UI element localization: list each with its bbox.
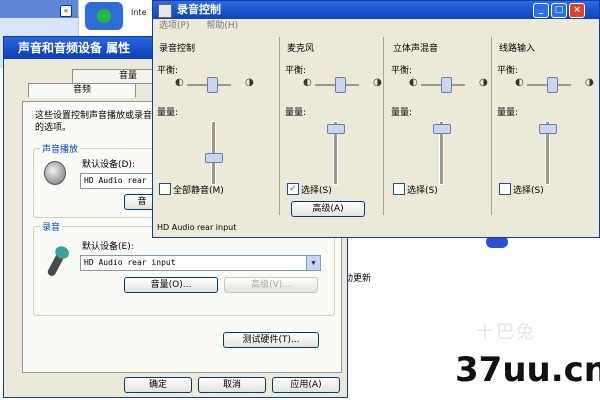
select-checkbox[interactable] <box>393 183 405 195</box>
balance-slider[interactable] <box>441 77 452 93</box>
microphone-icon <box>46 250 66 278</box>
speaker-right-icon: ◑ <box>245 77 254 88</box>
close-button[interactable]: × <box>569 3 585 18</box>
auto-update-text: 动更新 <box>344 274 372 284</box>
balance-slider[interactable] <box>207 77 218 93</box>
select-label: 选择(S) <box>513 186 544 196</box>
balance-label: 平衡: <box>285 66 307 76</box>
description-text: 这些设置控制声音播放或录音的选项。 <box>35 111 153 133</box>
security-center-icon <box>85 2 123 30</box>
column-title: 立体声混音 <box>393 44 439 54</box>
status-bar-text: HD Audio rear input <box>157 223 237 232</box>
mixer-column-recording: 录音控制 平衡: ◐ ◑ 量量: 全部静音(M) <box>153 37 280 215</box>
recording-group-title: 录音 <box>40 220 63 233</box>
mixer-column-microphone: 麦克风 平衡: ◐ ◑ 量量: ✓ 选择(S) 高级(A) <box>281 37 384 217</box>
volume-slider[interactable] <box>205 152 223 163</box>
speaker-left-icon: ◐ <box>515 77 524 88</box>
recording-device-select[interactable]: HD Audio rear input ▼ <box>80 255 321 271</box>
balance-slider[interactable] <box>335 77 346 93</box>
menu-bar: 选项(P) 帮助(H) <box>153 19 599 33</box>
volume-slider[interactable] <box>433 123 451 134</box>
recording-device-label: 默认设备(E): <box>82 242 134 252</box>
volume-slider[interactable] <box>327 123 345 134</box>
select-label: 选择(S) <box>407 186 438 196</box>
background-label: Inte <box>131 8 147 17</box>
maximize-button[interactable]: □ <box>551 3 567 18</box>
test-hardware-button[interactable]: 测试硬件(T)... <box>223 332 319 348</box>
playback-device-label: 默认设备(D): <box>82 160 135 170</box>
mute-all-label: 全部静音(M) <box>173 186 224 196</box>
menu-options[interactable]: 选项(P) <box>159 21 189 31</box>
apply-button[interactable]: 应用(A) <box>272 377 340 393</box>
speaker-left-icon: ◐ <box>175 77 184 88</box>
column-title: 录音控制 <box>159 44 196 54</box>
tab-audio[interactable]: 音频 <box>28 83 136 98</box>
volume-label: 量量: <box>391 108 413 118</box>
minimize-button[interactable]: _ <box>533 3 549 18</box>
speaker-left-icon: ◐ <box>409 77 418 88</box>
collapse-button[interactable]: « <box>60 5 72 17</box>
recording-title: 录音控制 <box>177 3 221 16</box>
site-watermark: 37uu.cn <box>455 350 600 390</box>
speaker-right-icon: ◑ <box>479 77 488 88</box>
column-title: 线路输入 <box>499 44 536 54</box>
volume-label: 量量: <box>497 108 519 118</box>
mute-all-checkbox[interactable] <box>159 183 171 195</box>
playback-group-title: 声音播放 <box>40 142 81 155</box>
menu-help[interactable]: 帮助(H) <box>206 21 238 31</box>
mixer-column-stereo-mix: 立体声混音 平衡: ◐ ◑ 量量: 选择(S) <box>387 37 492 215</box>
recording-device-value: HD Audio rear input <box>84 258 176 267</box>
speaker-icon <box>44 161 66 185</box>
balance-label: 平衡: <box>391 66 413 76</box>
chevron-down-icon[interactable]: ▼ <box>306 256 320 270</box>
recording-advanced-button: 高级(V)... <box>224 277 318 293</box>
select-checkbox[interactable]: ✓ <box>287 183 299 195</box>
select-label: 选择(S) <box>301 186 332 196</box>
speaker-right-icon: ◑ <box>373 77 382 88</box>
balance-label: 平衡: <box>497 66 519 76</box>
column-title: 麦克风 <box>287 44 315 54</box>
balance-slider[interactable] <box>547 77 558 93</box>
recording-titlebar: 录音控制 _ □ × <box>153 1 599 19</box>
mixer-app-icon <box>158 4 172 18</box>
recording-control-window: 录音控制 _ □ × 选项(P) 帮助(H) 录音控制 平衡: ◐ ◑ 量量: … <box>152 0 600 238</box>
speaker-right-icon: ◑ <box>585 77 594 88</box>
volume-slider[interactable] <box>539 123 557 134</box>
volume-label: 量量: <box>285 108 307 118</box>
ok-button[interactable]: 确定 <box>124 377 192 393</box>
select-checkbox[interactable] <box>499 183 511 195</box>
volume-label: 量量: <box>157 108 179 118</box>
recording-group: 录音 默认设备(E): HD Audio rear input ▼ 音量(O).… <box>33 220 335 316</box>
recording-volume-button[interactable]: 音量(O)... <box>124 277 218 293</box>
speaker-left-icon: ◐ <box>303 77 312 88</box>
cancel-button[interactable]: 取消 <box>198 377 266 393</box>
advanced-button[interactable]: 高级(A) <box>291 201 365 217</box>
mixer-column-line-in: 线路输入 平衡: ◐ ◑ 量量: 选择(S) <box>493 37 597 215</box>
watermark-ghost: 十巴兔 <box>476 322 536 343</box>
balance-label: 平衡: <box>157 66 179 76</box>
